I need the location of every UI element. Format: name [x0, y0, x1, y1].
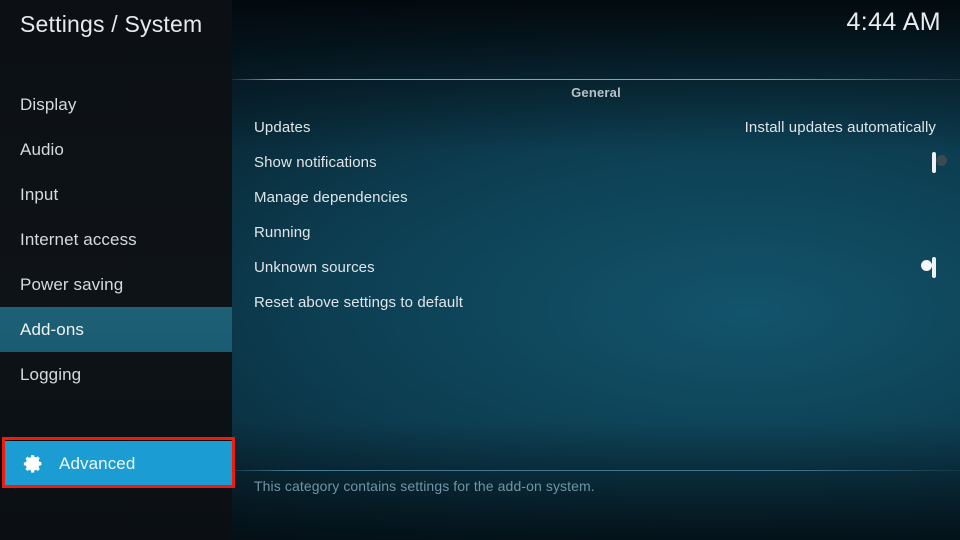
- settings-list: Updates Install updates automatically Sh…: [232, 110, 960, 320]
- toggle-switch-on[interactable]: [921, 256, 936, 278]
- sidebar-item-label: Audio: [20, 139, 64, 159]
- sidebar-item-label: Advanced: [59, 453, 136, 473]
- setting-label: Manage dependencies: [254, 189, 408, 206]
- sidebar-item-label: Add-ons: [20, 319, 85, 339]
- setting-label: Running: [254, 224, 311, 241]
- page-title: Settings / System: [20, 11, 203, 37]
- setting-label: Updates: [254, 119, 311, 136]
- setting-label: Reset above settings to default: [254, 294, 464, 311]
- sidebar-item-audio[interactable]: Audio: [0, 127, 232, 172]
- section-header-general: General: [571, 85, 621, 100]
- sidebar-item-label: Input: [20, 184, 59, 204]
- panel-top-divider: [232, 79, 960, 80]
- sidebar-item-label: Power saving: [20, 274, 124, 294]
- setting-row-show-notifications[interactable]: Show notifications: [232, 145, 960, 180]
- setting-row-updates[interactable]: Updates Install updates automatically: [232, 110, 960, 145]
- sidebar-item-label: Display: [20, 94, 77, 114]
- sidebar-item-add-ons[interactable]: Add-ons: [0, 307, 232, 352]
- toggle-switch-off[interactable]: [932, 151, 947, 173]
- clock: 4:44 AM: [846, 8, 941, 36]
- setting-row-running[interactable]: Running: [232, 215, 960, 250]
- panel-bottom-divider: [232, 470, 960, 471]
- category-description: This category contains settings for the …: [254, 478, 595, 494]
- setting-value: Install updates automatically: [744, 119, 936, 136]
- setting-label: Show notifications: [254, 154, 377, 171]
- unknown-sources-toggle[interactable]: [921, 256, 936, 278]
- settings-panel: General Updates Install updates automati…: [232, 0, 960, 540]
- sidebar-item-advanced-container: Advanced: [0, 437, 238, 490]
- sidebar-item-label: Internet access: [20, 229, 137, 249]
- sidebar-item-power-saving[interactable]: Power saving: [0, 262, 232, 307]
- sidebar-item-label: Logging: [20, 364, 82, 384]
- window-header: Settings / System 4:44 AM: [0, 0, 960, 58]
- kodi-settings-screen: General Updates Install updates automati…: [0, 0, 960, 540]
- setting-row-unknown-sources[interactable]: Unknown sources: [232, 250, 960, 285]
- toggle-knob: [936, 155, 947, 166]
- gear-icon: [23, 453, 44, 474]
- sidebar-item-display[interactable]: Display: [0, 82, 232, 127]
- sidebar-item-input[interactable]: Input: [0, 172, 232, 217]
- setting-label: Unknown sources: [254, 259, 375, 276]
- toggle-knob: [921, 260, 932, 271]
- sidebar-item-logging[interactable]: Logging: [0, 352, 232, 397]
- setting-row-reset-defaults[interactable]: Reset above settings to default: [232, 285, 960, 320]
- sidebar-category-list: Display Audio Input Internet access Powe…: [0, 82, 232, 397]
- show-notifications-toggle[interactable]: [932, 151, 947, 173]
- setting-row-manage-dependencies[interactable]: Manage dependencies: [232, 180, 960, 215]
- sidebar-item-advanced[interactable]: Advanced: [5, 441, 232, 486]
- sidebar-item-internet-access[interactable]: Internet access: [0, 217, 232, 262]
